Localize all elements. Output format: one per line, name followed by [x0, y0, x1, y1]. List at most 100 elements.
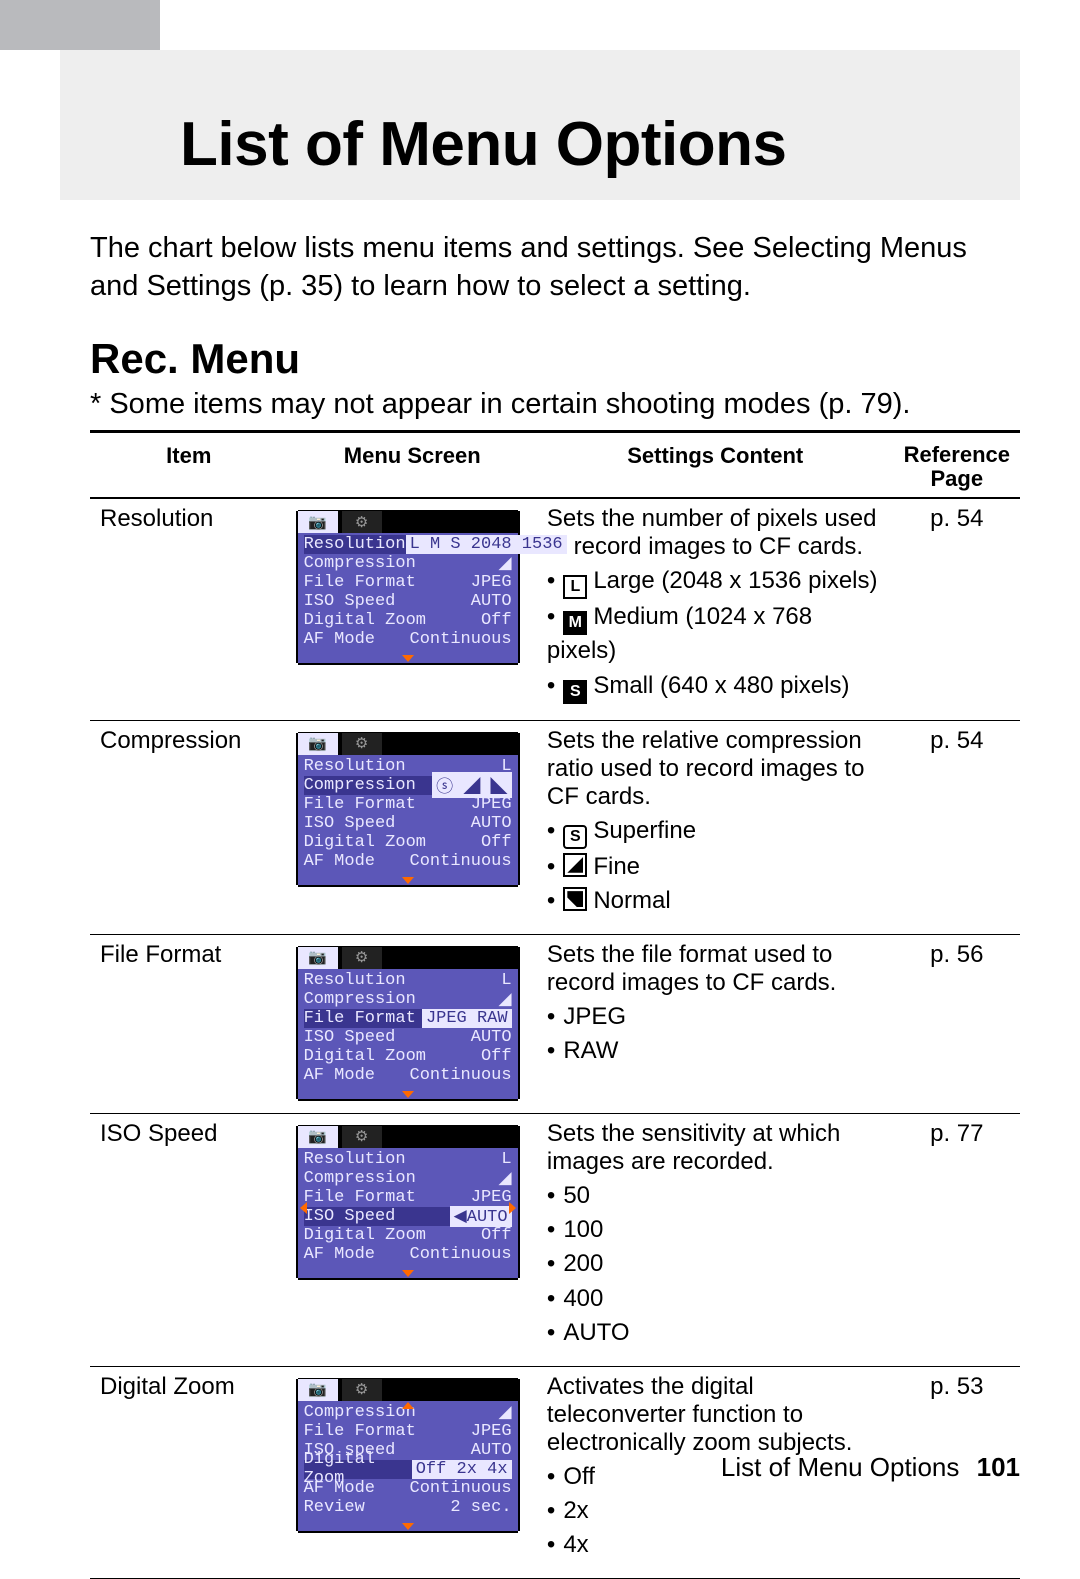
menu-screen-cell: 📷⚙ Resolution L M S 2048 1536 Compressio… [288, 498, 537, 720]
settings-option-text: Fine [593, 853, 640, 880]
settings-option: Fine [547, 851, 884, 883]
lcd-row: Compression ◢ [304, 554, 512, 573]
lcd-row: Digital Zoom Off [304, 1047, 512, 1066]
lcd-row: AF Mode Continuous [304, 1245, 512, 1264]
lcd-tab-icon: ⚙ [342, 733, 382, 755]
lcd-row-value: Off [481, 611, 512, 630]
lcd-row-key: AF Mode [304, 1245, 375, 1264]
settings-intro: Sets the number of pixels used to record… [547, 505, 884, 561]
lcd-row-key: File Format [304, 795, 416, 814]
lcd-row-key: ISO Speed [304, 592, 396, 611]
lcd-row-value: JPEG [471, 1188, 512, 1207]
scroll-down-arrow-icon [402, 877, 414, 884]
lcd-row: Digital Zoom Off [304, 833, 512, 852]
lcd-row-key: Resolution [304, 535, 406, 554]
reference-page-cell: p. 54 [894, 720, 1020, 934]
settings-intro: Sets the sensitivity at which images are… [547, 1120, 884, 1176]
page: List of Menu Options The chart below lis… [0, 0, 1080, 1529]
lcd-row-value: ◢ [498, 1168, 511, 1189]
lcd-row-value: Off [481, 1226, 512, 1245]
settings-option-text: AUTO [563, 1319, 629, 1346]
lcd-row: ISO Speed AUTO [304, 1028, 512, 1047]
lcd-row-value: AUTO [471, 1441, 512, 1460]
settings-option-text: Normal [593, 887, 670, 914]
settings-option: 200 [547, 1248, 884, 1280]
item-cell: Resolution [90, 498, 288, 720]
lcd-row-value: JPEG [471, 1422, 512, 1441]
lcd-row-key: File Format [304, 573, 416, 592]
option-glyph-icon: S [563, 825, 587, 849]
lcd-row-value: Continuous [410, 1245, 512, 1264]
settings-cell: Sets the sensitivity at which images are… [537, 1113, 894, 1366]
lcd-row-value: ◢ [498, 989, 511, 1010]
lcd-row: Compression ⓢ ◢ ◣ [304, 776, 512, 795]
settings-option-text: 2x [563, 1497, 588, 1524]
lcd-row-value: Continuous [410, 1066, 512, 1085]
lcd-row: Resolution L M S 2048 1536 [304, 535, 512, 554]
lcd-tab-icon: 📷 [298, 1379, 338, 1401]
settings-option-text: Small (640 x 480 pixels) [593, 672, 849, 699]
lcd-row-key: Digital Zoom [304, 611, 426, 630]
lcd-row-key: AF Mode [304, 852, 375, 871]
lcd-row-value: JPEG RAW [422, 1009, 512, 1028]
lcd-row-key: Compression [304, 1403, 416, 1422]
settings-option-text: 100 [563, 1216, 603, 1243]
lcd-row-key: File Format [304, 1422, 416, 1441]
lcd-tab-icon: 📷 [298, 733, 338, 755]
lcd-row: Resolution L [304, 1150, 512, 1169]
option-glyph-icon: S [563, 680, 587, 704]
settings-option-text: 4x [563, 1531, 588, 1558]
lcd-row: Compression ◢ [304, 1169, 512, 1188]
lcd-row: Digital Zoom Off [304, 1226, 512, 1245]
col-menu: Menu Screen [288, 432, 537, 499]
footer-page-number: 101 [977, 1452, 1020, 1482]
settings-option-text: Off [563, 1463, 595, 1490]
lcd-row-value: AUTO [471, 1028, 512, 1047]
lcd-row-value: 2 sec. [450, 1498, 511, 1517]
settings-intro: Sets the file format used to record imag… [547, 941, 884, 997]
menu-screen-thumbnail: 📷⚙ Resolution L Compression ⓢ ◢ ◣ File F… [298, 733, 518, 885]
lcd-row-key: File Format [304, 1009, 416, 1028]
settings-option: 100 [547, 1214, 884, 1246]
lcd-row: ISO Speed AUTO [304, 592, 512, 611]
lcd-row-key: Compression [304, 554, 416, 573]
lcd-row-key: ISO Speed [304, 1028, 396, 1047]
settings-option-text: 50 [563, 1182, 590, 1209]
settings-option: SSmall (640 x 480 pixels) [547, 670, 884, 704]
settings-option: 400 [547, 1283, 884, 1315]
scroll-down-arrow-icon [402, 655, 414, 662]
settings-option: Normal [547, 885, 884, 917]
lcd-row-key: ISO Speed [304, 814, 396, 833]
option-glyph-icon [563, 887, 587, 911]
section-title: Rec. Menu [90, 335, 300, 383]
lcd-row-key: Digital Zoom [304, 1047, 426, 1066]
settings-intro: Sets the relative compression ratio used… [547, 727, 884, 811]
scroll-down-arrow-icon [402, 1270, 414, 1277]
option-glyph-icon: L [563, 575, 587, 599]
reference-page-cell: p. 77 [894, 1113, 1020, 1366]
lcd-row: ISO Speed AUTO [304, 814, 512, 833]
menu-screen-cell: 📷⚙ Resolution L Compression ◢ File Forma… [288, 1113, 537, 1366]
settings-option-text: Superfine [593, 817, 696, 844]
lcd-row-value: Off [481, 833, 512, 852]
item-cell: File Format [90, 934, 288, 1113]
lcd-row: Compression ◢ [304, 990, 512, 1009]
menu-options-table: Item Menu Screen Settings Content Refere… [90, 430, 1020, 1579]
table-row: ISO Speed📷⚙ Resolution L Compression ◢ F… [90, 1113, 1020, 1366]
lcd-row-value: L M S 2048 1536 [406, 535, 567, 554]
settings-cell: Sets the number of pixels used to record… [537, 498, 894, 720]
settings-intro: Activates the digital teleconverter func… [547, 1373, 884, 1457]
lcd-row-value: Continuous [410, 630, 512, 649]
lcd-row-key: Digital Zoom [304, 1226, 426, 1245]
lcd-row-value: Off [481, 1047, 512, 1066]
lcd-row-key: AF Mode [304, 630, 375, 649]
lcd-row-value: Continuous [410, 852, 512, 871]
lcd-row-key: ISO Speed [304, 1207, 396, 1226]
lcd-tab-icon: 📷 [298, 511, 338, 533]
lcd-row-value: L [501, 1150, 511, 1169]
lcd-tab-icon: 📷 [298, 1126, 338, 1148]
option-glyph-icon: M [563, 611, 587, 635]
settings-option-text: 400 [563, 1285, 603, 1312]
settings-option-text: JPEG [563, 1003, 626, 1030]
side-tab [0, 0, 160, 50]
